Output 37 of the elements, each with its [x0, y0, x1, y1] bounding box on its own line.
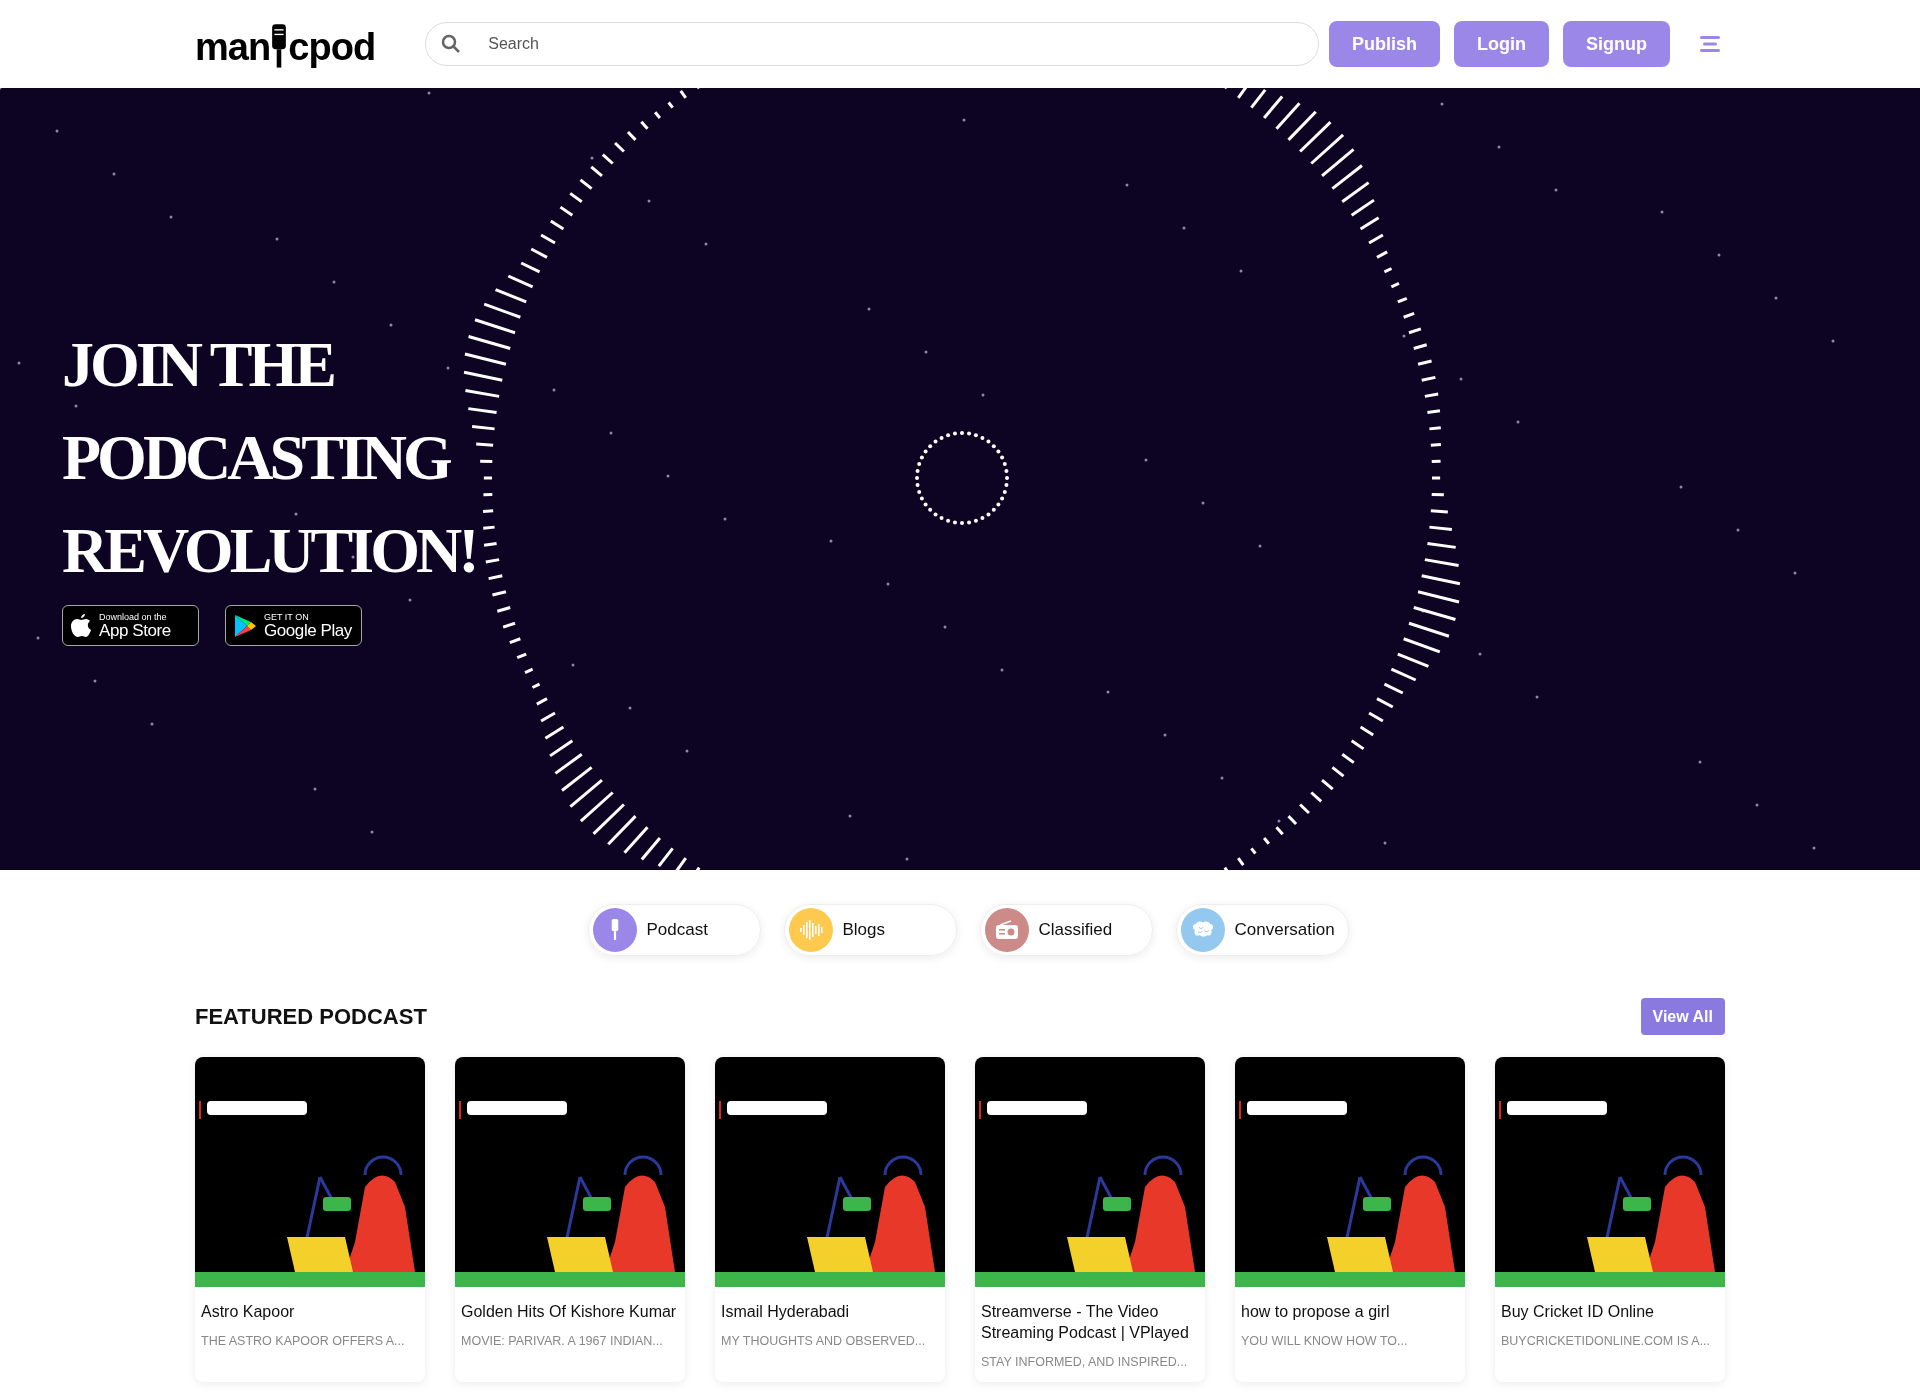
store-badge[interactable]: GET IT ON Google Play: [225, 605, 362, 646]
podcast-card[interactable]: how to propose a girl YOU WILL KNOW HOW TO...: [1235, 1057, 1465, 1382]
play-store-icon: [234, 613, 256, 638]
podcast-card[interactable]: Streamverse - The Video Streaming Podcast | VPlayed STAY INFORMED, AND INSPIRED...: [975, 1057, 1205, 1382]
podcast-card[interactable]: Ismail Hyderabadi MY THOUGHTS AND OBSERVED...: [715, 1057, 945, 1382]
card-title: how to propose a girl: [1241, 1302, 1391, 1322]
search-field[interactable]: Search: [425, 22, 1319, 66]
podcast-card[interactable]: Buy Cricket ID Online BUYCRICKETIDONLINE.COM IS A...: [1495, 1057, 1725, 1382]
card-description: YOU WILL KNOW HOW TO...: [1241, 1333, 1409, 1350]
search-icon: [441, 34, 462, 54]
store-badge[interactable]: Download on the App Store: [62, 605, 199, 646]
podcast-card[interactable]: Astro Kapoor THE ASTRO KAPOOR OFFERS A...: [195, 1057, 425, 1382]
brain-icon: [1190, 920, 1215, 940]
menu-icon[interactable]: [1700, 35, 1720, 53]
badge-caption: GET IT ON: [264, 612, 310, 622]
card-title: Buy Cricket ID Online: [1501, 1302, 1655, 1322]
sound-wave-icon: [798, 920, 823, 940]
view-all-button[interactable]: View All: [1640, 998, 1725, 1035]
section-title: FEATURED PODCAST: [195, 1003, 427, 1031]
apple-icon: [71, 613, 91, 638]
card-description: MY THOUGHTS AND OBSERVED...: [721, 1333, 927, 1350]
card-description: MOVIE: PARIVAR. A 1967 INDIAN...: [461, 1333, 664, 1350]
radio-icon: [994, 920, 1019, 940]
badge-caption: Download on the: [99, 612, 168, 622]
card-title: Streamverse - The Video Streaming Podcast | VPlayed: [981, 1302, 1190, 1343]
card-title: Astro Kapoor: [201, 1302, 296, 1322]
manicpod-logo[interactable]: man cpod: [195, 22, 376, 66]
card-description: THE ASTRO KAPOOR OFFERS A...: [201, 1333, 406, 1350]
badge-store-name: App Store: [99, 621, 171, 639]
card-title: Ismail Hyderabadi: [721, 1302, 851, 1322]
podcast-card[interactable]: Golden Hits Of Kishore Kumar MOVIE: PARIVAR. A 1967 INDIAN...: [455, 1057, 685, 1382]
badge-store-name: Google Play: [264, 621, 352, 639]
card-title: Golden Hits Of Kishore Kumar: [461, 1302, 678, 1322]
card-description: STAY INFORMED, AND INSPIRED...: [981, 1354, 1189, 1371]
microphone-icon: [609, 919, 620, 941]
card-description: BUYCRICKETIDONLINE.COM IS A...: [1501, 1333, 1712, 1350]
hero-headline: JOIN THE PODCASTING REVOLUTION!: [62, 328, 477, 588]
